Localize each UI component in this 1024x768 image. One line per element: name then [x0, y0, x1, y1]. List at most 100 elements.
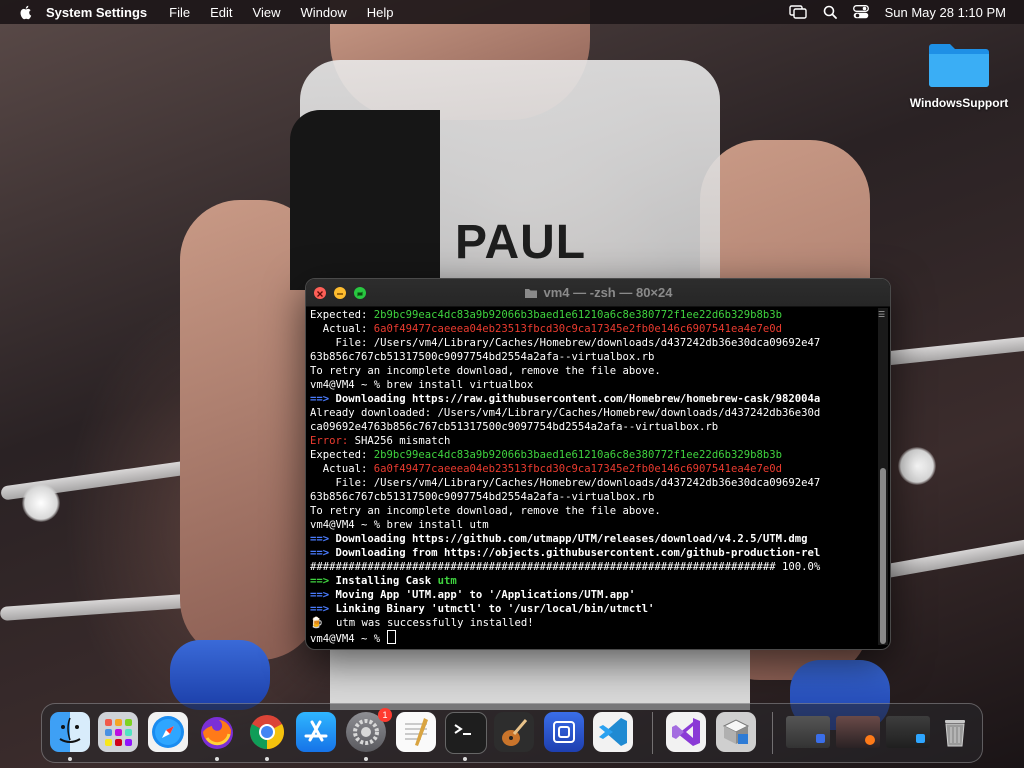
- menu-window[interactable]: Window: [300, 5, 346, 20]
- terminal-line: vm4@VM4 ~ % brew install utm: [310, 518, 876, 532]
- finder-icon[interactable]: [50, 712, 90, 752]
- text-cursor: [386, 630, 396, 644]
- terminal-text: utm: [437, 575, 457, 587]
- arena-light: [898, 447, 936, 485]
- menu-file[interactable]: File: [169, 5, 190, 20]
- menu-help[interactable]: Help: [367, 5, 394, 20]
- fighter-vest-panel: [290, 110, 440, 290]
- terminal-line: vm4@VM4 ~ % brew install virtualbox: [310, 378, 876, 392]
- terminal-line: ==> Downloading https://raw.githubuserco…: [310, 392, 876, 406]
- dock: 1: [41, 703, 983, 763]
- control-center-icon[interactable]: [852, 5, 869, 19]
- vscode-icon[interactable]: [593, 712, 633, 752]
- terminal-text: ########################################…: [310, 561, 821, 573]
- terminal-text: Moving App 'UTM.app' to '/Applications/U…: [335, 589, 636, 601]
- terminal-line: ==> Installing Cask utm: [310, 574, 876, 588]
- terminal-text: ==>: [310, 393, 336, 405]
- terminal-text: 6a0f49477caeeea04eb23513fbcd30c9ca17345e…: [373, 323, 782, 335]
- terminal-text: Error:: [310, 435, 355, 447]
- minimized-window-thumbnail[interactable]: [786, 716, 830, 748]
- apple-menu-icon[interactable]: [18, 4, 34, 20]
- scrollbar-thumb[interactable]: [880, 468, 886, 644]
- system-settings-icon[interactable]: 1: [346, 708, 392, 752]
- terminal-icon[interactable]: [445, 712, 487, 754]
- terminal-line: To retry an incomplete download, remove …: [310, 504, 876, 518]
- fighter-shorts: [330, 640, 750, 710]
- textedit-icon[interactable]: [396, 712, 436, 752]
- terminal-text: To retry an incomplete download, remove …: [310, 505, 661, 517]
- active-app-name[interactable]: System Settings: [46, 5, 147, 20]
- terminal-text: File: /Users/vm4/Library/Caches/Homebrew…: [310, 337, 821, 349]
- visual-studio-icon[interactable]: [666, 712, 706, 752]
- running-indicator: [364, 757, 368, 761]
- terminal-text: Expected:: [310, 309, 374, 321]
- running-indicator: [215, 757, 219, 761]
- terminal-text: Already downloaded: /Users/vm4/Library/C…: [310, 407, 821, 419]
- terminal-text: Expected:: [310, 449, 374, 461]
- terminal-text: Installing Cask: [335, 575, 438, 587]
- firefox-icon[interactable]: [197, 712, 237, 752]
- terminal-text: 63b856c767cb51317500c9097754bd2554a2afa-…: [310, 351, 655, 363]
- terminal-text: vm4@VM4 ~ % brew install virtualbox: [310, 379, 534, 391]
- terminal-text: Downloading https://raw.githubuserconten…: [335, 393, 821, 405]
- terminal-line: Error: SHA256 mismatch: [310, 434, 876, 448]
- menu-edit[interactable]: Edit: [210, 5, 232, 20]
- arena-light: [22, 484, 60, 522]
- terminal-text: ==>: [310, 575, 336, 587]
- terminal-window[interactable]: vm4 — -zsh — 80×24 Expected: 2b9bc99eac4…: [305, 278, 891, 650]
- boot-camp-assistant-icon[interactable]: [716, 712, 756, 752]
- terminal-text: 63b856c767cb51317500c9097754bd2554a2afa-…: [310, 491, 655, 503]
- spotlight-search-icon[interactable]: [823, 5, 837, 19]
- ring-rope: [0, 593, 201, 621]
- terminal-line: ==> Linking Binary 'utmctl' to '/usr/loc…: [310, 602, 876, 616]
- minimized-window-thumbnail[interactable]: [836, 716, 880, 748]
- terminal-text: Actual:: [310, 463, 374, 475]
- notification-badge: 1: [378, 708, 392, 722]
- running-indicator: [68, 757, 72, 761]
- terminal-line: Expected: 2b9bc99eac4dc83a9b92066b3baed1…: [310, 448, 876, 462]
- vest-lettering: PAUL: [455, 216, 587, 269]
- window-titlebar[interactable]: vm4 — -zsh — 80×24: [306, 279, 890, 307]
- terminal-line: ==> Moving App 'UTM.app' to '/Applicatio…: [310, 588, 876, 602]
- garageband-icon[interactable]: [494, 712, 534, 752]
- app-store-icon[interactable]: [296, 712, 336, 752]
- window-title: vm4 — -zsh — 80×24: [306, 285, 890, 300]
- terminal-text: ==>: [310, 589, 336, 601]
- screen-mirroring-icon[interactable]: [788, 5, 807, 19]
- trash-icon[interactable]: [935, 712, 975, 752]
- minimized-window-thumbnail[interactable]: [886, 716, 930, 748]
- dock-separator: [652, 712, 653, 754]
- terminal-text: File: /Users/vm4/Library/Caches/Homebrew…: [310, 477, 821, 489]
- terminal-line: Expected: 2b9bc99eac4dc83a9b92066b3baed1…: [310, 308, 876, 322]
- terminal-line: 🍺 utm was successfully installed!: [310, 616, 876, 630]
- terminal-text: ca09692e4763b856c767cb51317500c9097754bd…: [310, 421, 719, 433]
- terminal-text: 2b9bc99eac4dc83a9b92066b3baed1e61210a6c8…: [373, 309, 782, 321]
- vertical-scrollbar[interactable]: ☰: [878, 308, 888, 645]
- terminal-line: ==> Downloading https://github.com/utmap…: [310, 532, 876, 546]
- terminal-text: vm4@VM4 ~ % brew install utm: [310, 519, 489, 531]
- running-indicator: [463, 757, 467, 761]
- terminal-text: ==>: [310, 603, 336, 615]
- folder-icon: [929, 44, 989, 87]
- desktop-folder[interactable]: WindowsSupport: [900, 38, 1018, 110]
- terminal-text: 2b9bc99eac4dc83a9b92066b3baed1e61210a6c8…: [373, 449, 782, 461]
- terminal-line: File: /Users/vm4/Library/Caches/Homebrew…: [310, 336, 876, 350]
- menu-clock[interactable]: Sun May 28 1:10 PM: [885, 5, 1006, 20]
- terminal-text: 6a0f49477caeeea04eb23513fbcd30c9ca17345e…: [373, 463, 782, 475]
- terminal-line: Actual: 6a0f49477caeeea04eb23513fbcd30c9…: [310, 322, 876, 336]
- status-area: Sun May 28 1:10 PM: [788, 0, 1006, 24]
- utm-icon[interactable]: [544, 712, 584, 752]
- terminal-line: ==> Downloading from https://objects.git…: [310, 546, 876, 560]
- safari-icon[interactable]: [148, 712, 188, 752]
- menu-view[interactable]: View: [253, 5, 281, 20]
- folder-label: WindowsSupport: [909, 96, 1009, 110]
- terminal-text: vm4@VM4 ~ %: [310, 633, 387, 645]
- terminal-text: Downloading from https://objects.githubu…: [335, 547, 821, 559]
- window-title-text: vm4 — -zsh — 80×24: [543, 285, 673, 300]
- terminal-line: 63b856c767cb51317500c9097754bd2554a2afa-…: [310, 490, 876, 504]
- dock-separator: [772, 712, 773, 754]
- terminal-output[interactable]: Expected: 2b9bc99eac4dc83a9b92066b3baed1…: [310, 308, 876, 645]
- launchpad-icon[interactable]: [98, 712, 138, 752]
- chrome-icon[interactable]: [247, 712, 287, 752]
- terminal-line: 63b856c767cb51317500c9097754bd2554a2afa-…: [310, 350, 876, 364]
